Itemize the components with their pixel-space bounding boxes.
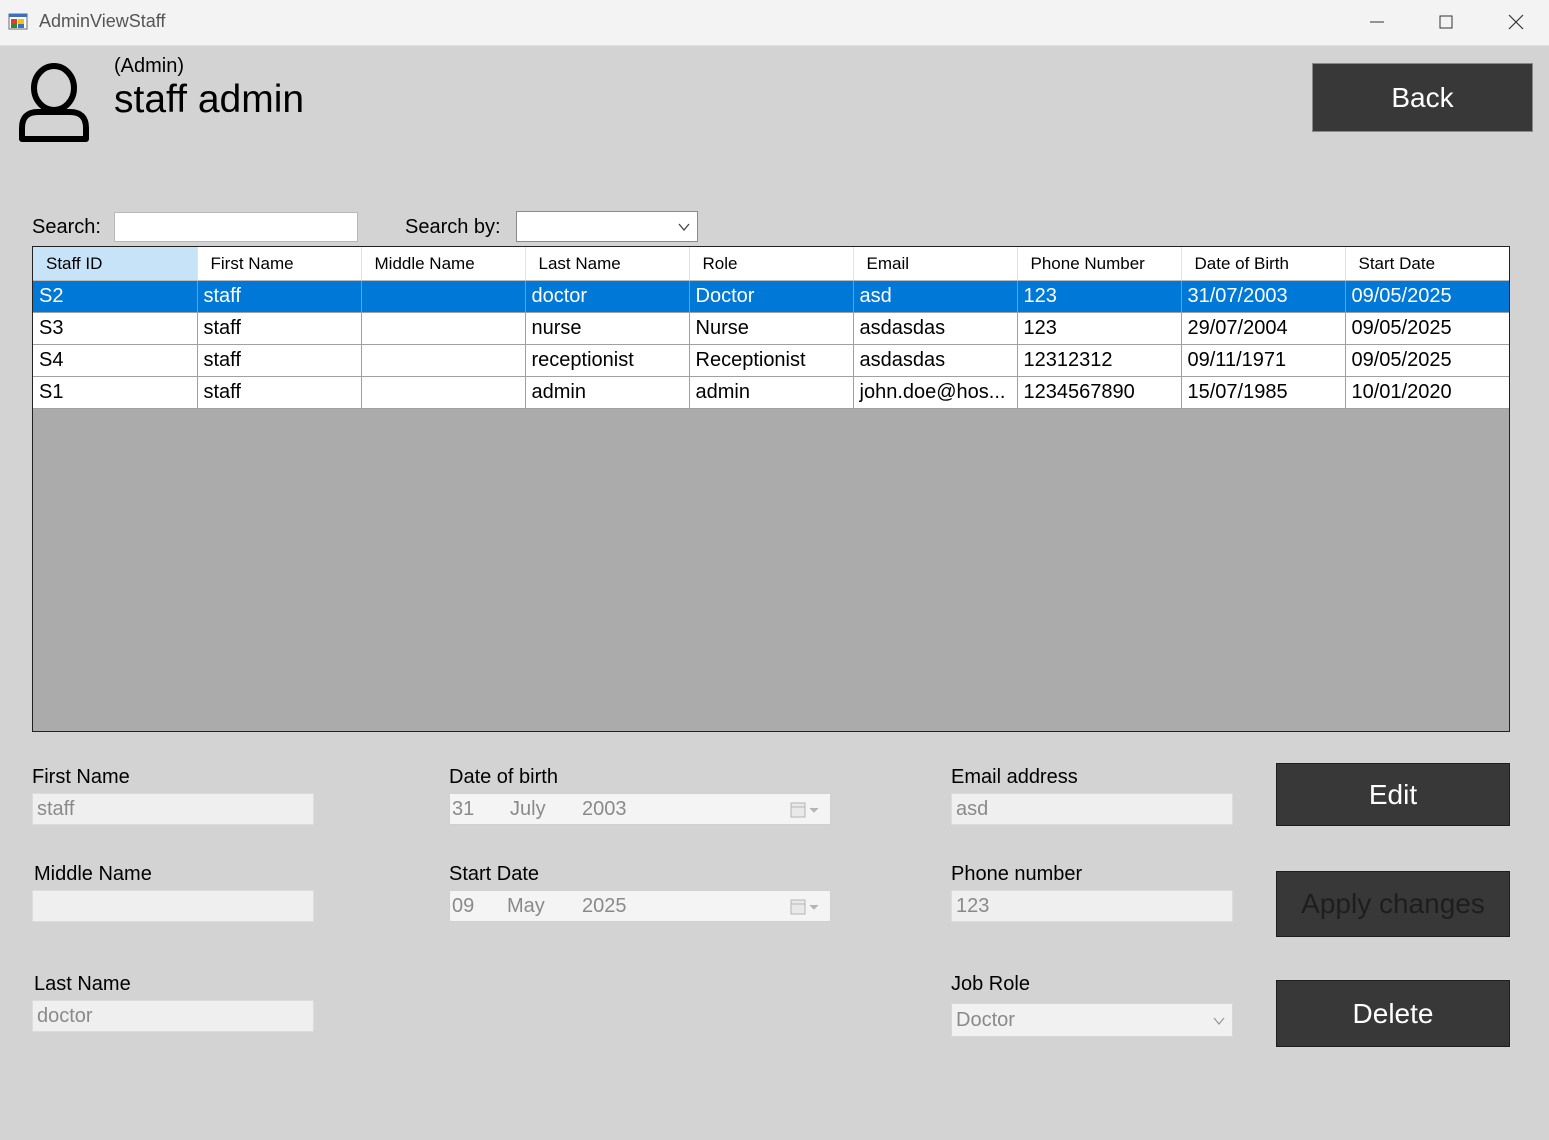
table-cell[interactable]: staff <box>197 280 362 313</box>
first-name-field[interactable]: staff <box>32 793 314 825</box>
table-row[interactable]: S2 staff doctor Doctor asd 123 31/07/200… <box>33 280 1509 313</box>
phone-label: Phone number <box>951 863 1083 885</box>
minimize-icon <box>1370 21 1384 23</box>
table-cell[interactable]: S4 <box>33 344 198 377</box>
last-name-label: Last Name <box>34 973 131 995</box>
start-date-label: Start Date <box>449 863 540 885</box>
table-cell[interactable]: nurse <box>525 312 690 345</box>
column-header-date-of-birth[interactable]: Date of Birth <box>1181 247 1346 281</box>
table-row[interactable]: S3 staff nurse Nurse asdasdas 123 29/07/… <box>33 312 1509 345</box>
table-cell[interactable]: 09/05/2025 <box>1345 312 1509 345</box>
job-role-label: Job Role <box>951 973 1030 995</box>
middle-name-label: Middle Name <box>34 863 152 885</box>
table-cell[interactable]: asdasdas <box>853 344 1018 377</box>
table-cell[interactable]: receptionist <box>525 344 690 377</box>
table-cell[interactable]: 12312312 <box>1017 344 1182 377</box>
edit-button[interactable]: Edit <box>1276 763 1510 826</box>
user-role-label: (Admin) <box>114 55 185 77</box>
table-cell[interactable]: john.doe@hos... <box>853 376 1018 409</box>
table-cell[interactable]: 09/05/2025 <box>1345 344 1509 377</box>
table-cell[interactable] <box>361 312 526 345</box>
column-header-start-date[interactable]: Start Date <box>1345 247 1509 281</box>
table-cell[interactable]: doctor <box>525 280 690 313</box>
last-name-field[interactable]: doctor <box>32 1000 314 1032</box>
minimize-button[interactable] <box>1342 0 1412 44</box>
table-cell[interactable]: staff <box>197 312 362 345</box>
table-cell[interactable]: S3 <box>33 312 198 345</box>
chevron-down-icon <box>1213 1017 1225 1026</box>
table-cell[interactable]: 123 <box>1017 312 1182 345</box>
table-cell[interactable]: staff <box>197 344 362 377</box>
email-label: Email address <box>951 766 1078 788</box>
column-header-phone-number[interactable]: Phone Number <box>1017 247 1182 281</box>
table-cell[interactable]: Receptionist <box>689 344 854 377</box>
first-name-label: First Name <box>32 766 130 788</box>
dob-date-picker[interactable]: 31 July 2003 <box>449 793 831 825</box>
middle-name-field[interactable] <box>32 890 314 922</box>
search-label: Search: <box>32 216 101 238</box>
table-cell[interactable]: 123 <box>1017 280 1182 313</box>
maximize-button[interactable] <box>1411 0 1481 44</box>
close-button[interactable] <box>1481 0 1549 44</box>
user-icon <box>19 63 89 142</box>
phone-field[interactable]: 123 <box>951 890 1233 922</box>
table-cell[interactable] <box>361 344 526 377</box>
column-header-email[interactable]: Email <box>853 247 1018 281</box>
table-cell[interactable]: 09/11/1971 <box>1181 344 1346 377</box>
table-cell[interactable]: admin <box>689 376 854 409</box>
search-by-select[interactable] <box>516 211 698 242</box>
maximize-icon <box>1439 15 1453 29</box>
job-role-value: Doctor <box>956 1009 1015 1031</box>
column-header-role[interactable]: Role <box>689 247 854 281</box>
table-cell[interactable]: 31/07/2003 <box>1181 280 1346 313</box>
dob-day: 31 <box>452 798 475 820</box>
close-icon <box>1508 14 1524 30</box>
table-row[interactable]: S4 staff receptionist Receptionist asdas… <box>33 344 1509 377</box>
table-cell[interactable]: S1 <box>33 376 198 409</box>
table-cell[interactable]: Doctor <box>689 280 854 313</box>
table-cell[interactable]: Nurse <box>689 312 854 345</box>
calendar-icon <box>790 899 819 915</box>
table-cell[interactable]: admin <box>525 376 690 409</box>
start-day: 09 <box>452 895 475 917</box>
column-header-middle-name[interactable]: Middle Name <box>361 247 526 281</box>
back-button[interactable]: Back <box>1312 63 1533 132</box>
app-icon <box>8 13 28 30</box>
table-cell[interactable]: 10/01/2020 <box>1345 376 1509 409</box>
search-by-label: Search by: <box>405 216 501 238</box>
title-bar: AdminViewStaff <box>0 0 1549 46</box>
start-month: May <box>507 895 545 917</box>
dob-label: Date of birth <box>449 766 558 788</box>
grid-header-row: Staff ID First Name Middle Name Last Nam… <box>33 247 1509 281</box>
start-year: 2025 <box>582 895 627 917</box>
column-header-last-name[interactable]: Last Name <box>525 247 690 281</box>
table-cell[interactable]: asdasdas <box>853 312 1018 345</box>
table-cell[interactable]: 09/05/2025 <box>1345 280 1509 313</box>
table-cell[interactable]: 29/07/2004 <box>1181 312 1346 345</box>
search-input[interactable] <box>114 212 358 242</box>
column-header-staff-id[interactable]: Staff ID <box>33 247 198 281</box>
table-cell[interactable]: staff <box>197 376 362 409</box>
table-cell[interactable] <box>361 280 526 313</box>
table-row[interactable]: S1 staff admin admin john.doe@hos... 123… <box>33 376 1509 409</box>
apply-changes-button[interactable]: Apply changes <box>1276 871 1510 937</box>
staff-grid[interactable]: Staff ID First Name Middle Name Last Nam… <box>32 246 1510 732</box>
calendar-icon <box>790 802 819 818</box>
window-title: AdminViewStaff <box>39 11 166 31</box>
table-cell[interactable]: S2 <box>33 280 198 313</box>
column-header-first-name[interactable]: First Name <box>197 247 362 281</box>
dob-month: July <box>510 798 546 820</box>
email-field[interactable]: asd <box>951 793 1233 825</box>
chevron-down-icon <box>678 223 690 232</box>
job-role-select[interactable]: Doctor <box>951 1003 1233 1037</box>
table-cell[interactable]: asd <box>853 280 1018 313</box>
table-cell[interactable]: 1234567890 <box>1017 376 1182 409</box>
delete-button[interactable]: Delete <box>1276 980 1510 1047</box>
user-name: staff admin <box>114 78 305 121</box>
table-cell[interactable] <box>361 376 526 409</box>
start-date-picker[interactable]: 09 May 2025 <box>449 890 831 922</box>
table-cell[interactable]: 15/07/1985 <box>1181 376 1346 409</box>
dob-year: 2003 <box>582 798 627 820</box>
